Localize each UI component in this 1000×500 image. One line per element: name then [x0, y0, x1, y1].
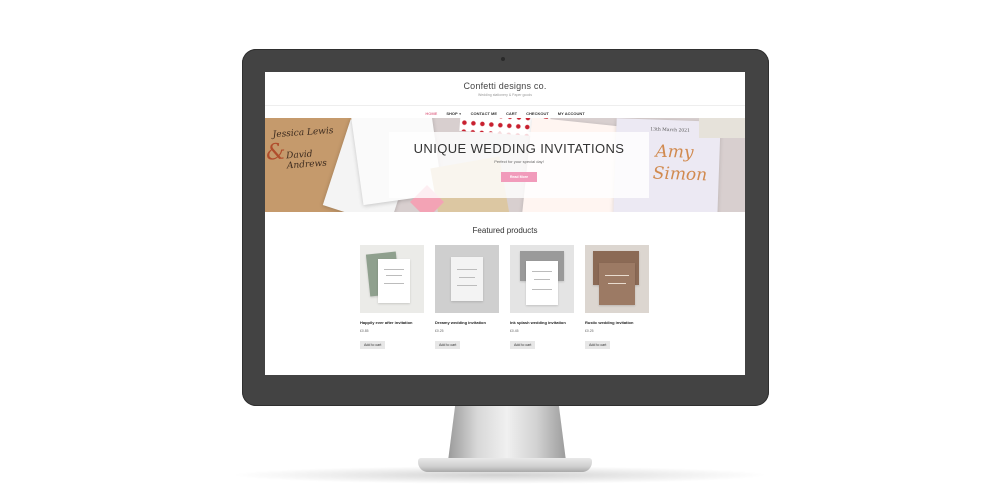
- hero-banner: Jessica Lewis & David Andrews 13th March…: [265, 118, 745, 212]
- add-to-cart-button[interactable]: Add to cart: [435, 341, 461, 349]
- read-more-button[interactable]: Read More: [500, 172, 538, 182]
- product-price: £0.45: [510, 329, 519, 333]
- monitor-stand: [448, 406, 566, 461]
- invite-text-line: [383, 269, 405, 270]
- product-image[interactable]: [585, 245, 649, 313]
- website-screen: Confetti designs co. Wedding stationery …: [265, 72, 745, 375]
- hero-names-right-1: Amy: [655, 141, 694, 163]
- nav-item-checkout[interactable]: CHECKOUT: [526, 111, 549, 116]
- add-to-cart-button[interactable]: Add to cart: [510, 341, 536, 349]
- hero-overlay: UNIQUE WEDDING INVITATIONS Perfect for y…: [389, 132, 649, 198]
- invite-text-line: [531, 271, 553, 272]
- invite-text-line: [456, 269, 478, 270]
- product-name[interactable]: Rustic wedding invitation: [585, 320, 649, 325]
- invite-card-front: [378, 259, 410, 303]
- chevron-down-icon: ▼: [458, 111, 462, 116]
- hero-floral-corner: [699, 118, 745, 138]
- invite-text-line: [459, 277, 475, 278]
- nav-item-shop-label: SHOP: [446, 110, 458, 116]
- product-card: Ink splash wedding invitation £0.45 Add …: [510, 245, 574, 351]
- monitor-stand-base: [418, 458, 592, 472]
- invite-text-line: [386, 275, 402, 276]
- product-image[interactable]: [510, 245, 574, 313]
- nav-item-my-account[interactable]: MY ACCOUNT: [558, 111, 585, 116]
- hero-names-left-1: Jessica Lewis: [272, 126, 334, 141]
- invite-text-line: [383, 283, 405, 284]
- product-price: £0.25: [585, 329, 594, 333]
- product-price: £0.25: [435, 329, 444, 333]
- camera-icon: [501, 57, 505, 61]
- nav-item-shop[interactable]: SHOP▼: [446, 111, 461, 116]
- product-grid: Happily ever after invitation £0.85 Add …: [360, 245, 660, 355]
- invite-card-front: [451, 257, 483, 301]
- site-title[interactable]: Confetti designs co.: [265, 72, 745, 91]
- product-image[interactable]: [435, 245, 499, 313]
- add-to-cart-button[interactable]: Add to cart: [585, 341, 611, 349]
- hero-date-text: 13th March 2021: [650, 127, 690, 134]
- nav-item-cart[interactable]: CART: [506, 111, 517, 116]
- invite-text-line: [456, 285, 478, 286]
- hero-heading: UNIQUE WEDDING INVITATIONS: [413, 141, 625, 156]
- nav-item-contact[interactable]: CONTACT ME: [471, 111, 497, 116]
- invite-text-line: [605, 275, 629, 276]
- product-price: £0.85: [360, 329, 369, 333]
- add-to-cart-button[interactable]: Add to cart: [360, 341, 386, 349]
- product-card: Rustic wedding invitation £0.25 Add to c…: [585, 245, 649, 351]
- featured-products-title: Featured products: [472, 226, 538, 235]
- invite-text-line: [608, 283, 626, 284]
- nav-item-home[interactable]: HOME: [425, 111, 437, 116]
- invite-card-front: [526, 261, 558, 305]
- product-name[interactable]: Dreamy wedding invitation: [435, 320, 499, 325]
- invite-card-front: [599, 263, 635, 305]
- hero-names-right-2: Simon: [652, 163, 708, 186]
- product-name[interactable]: Happily ever after invitation: [360, 320, 424, 325]
- site-header: Confetti designs co. Wedding stationery …: [265, 72, 745, 106]
- product-card: Happily ever after invitation £0.85 Add …: [360, 245, 424, 351]
- product-name[interactable]: Ink splash wedding invitation: [510, 320, 574, 325]
- hero-ampersand: &: [265, 139, 287, 166]
- product-card: Dreamy wedding invitation £0.25 Add to c…: [435, 245, 499, 351]
- site-tagline: Wedding stationery & Paper goods: [477, 93, 533, 97]
- invite-text-line: [531, 289, 553, 290]
- invite-text-line: [534, 279, 550, 280]
- product-image[interactable]: [360, 245, 424, 313]
